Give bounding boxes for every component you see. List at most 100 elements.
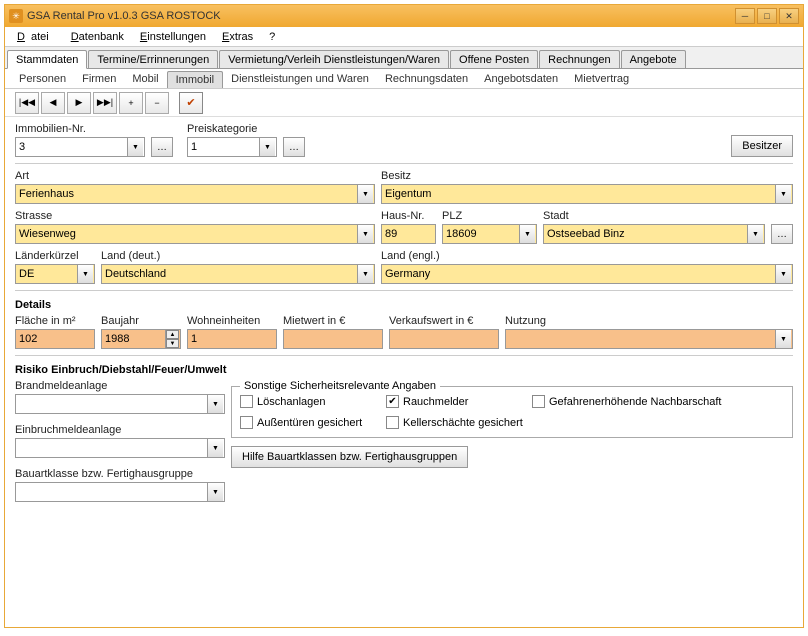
- besitz-combo[interactable]: Eigentum▼: [381, 184, 793, 204]
- chevron-down-icon: ▼: [519, 225, 535, 243]
- chevron-down-icon: ▼: [357, 225, 373, 243]
- aussentueren-checkbox[interactable]: Außentüren gesichert: [240, 416, 380, 429]
- prev-record-button[interactable]: ◀: [41, 92, 65, 114]
- hausnr-input[interactable]: 89: [381, 224, 436, 244]
- immobilien-nr-combo[interactable]: 3▼: [15, 137, 145, 157]
- chevron-down-icon: ▼: [747, 225, 763, 243]
- strasse-combo[interactable]: Wiesenweg▼: [15, 224, 375, 244]
- art-label: Art: [15, 170, 375, 182]
- verkaufswert-label: Verkaufswert in €: [389, 315, 499, 327]
- gefahren-checkbox[interactable]: Gefahrenerhöhende Nachbarschaft: [532, 395, 721, 408]
- chevron-down-icon: ▼: [207, 439, 223, 457]
- check-icon: ✔: [186, 96, 195, 109]
- tab-mietvertrag[interactable]: Mietvertrag: [566, 71, 637, 88]
- chevron-down-icon: ▼: [357, 265, 373, 283]
- form-content: Immobilien-Nr. 3▼ … Preiskategorie 1▼ … …: [5, 117, 803, 627]
- brandmeldeanlage-combo[interactable]: ▼: [15, 394, 225, 414]
- tab-firmen[interactable]: Firmen: [74, 71, 124, 88]
- menu-einstellungen[interactable]: Einstellungen: [134, 29, 212, 45]
- tab-rechnungsdaten[interactable]: Rechnungsdaten: [377, 71, 476, 88]
- einbruchmeldeanlage-combo[interactable]: ▼: [15, 438, 225, 458]
- land-engl-combo[interactable]: Germany▼: [381, 264, 793, 284]
- confirm-button[interactable]: ✔: [179, 92, 203, 114]
- menu-datenbank[interactable]: Datenbank: [65, 29, 130, 45]
- remove-record-button[interactable]: −: [145, 92, 169, 114]
- chevron-down-icon: ▼: [775, 185, 791, 203]
- window-controls: ─ □ ✕: [735, 8, 799, 24]
- chevron-down-icon: ▼: [775, 330, 791, 348]
- nutzung-label: Nutzung: [505, 315, 793, 327]
- tab-dienstleistungen[interactable]: Dienstleistungen und Waren: [223, 71, 377, 88]
- tab-vermietung[interactable]: Vermietung/Verleih Dienstleistungen/Ware…: [219, 50, 449, 68]
- chevron-down-icon: ▼: [357, 185, 373, 203]
- land-deut-combo[interactable]: Deutschland▼: [101, 264, 375, 284]
- chevron-down-icon: ▼: [259, 138, 275, 156]
- menu-extras[interactable]: Extras: [216, 29, 259, 45]
- sub-tabs: Personen Firmen Mobil Immobil Dienstleis…: [5, 69, 803, 89]
- nutzung-combo[interactable]: ▼: [505, 329, 793, 349]
- main-tabs: Stammdaten Termine/Errinnerungen Vermiet…: [5, 47, 803, 69]
- sicherheit-groupbox: Sonstige Sicherheitsrelevante Angaben Lö…: [231, 386, 793, 438]
- loeschanlagen-checkbox[interactable]: Löschanlagen: [240, 395, 380, 408]
- stadt-combo[interactable]: Ostseebad Binz▼: [543, 224, 765, 244]
- mietwert-input[interactable]: [283, 329, 383, 349]
- immobilien-browse-button[interactable]: …: [151, 137, 173, 157]
- tab-angebotsdaten[interactable]: Angebotsdaten: [476, 71, 566, 88]
- wohneinheiten-input[interactable]: 1: [187, 329, 277, 349]
- chevron-down-icon: ▼: [127, 138, 143, 156]
- besitzer-button[interactable]: Besitzer: [731, 135, 793, 157]
- art-combo[interactable]: Ferienhaus▼: [15, 184, 375, 204]
- wohneinheiten-label: Wohneinheiten: [187, 315, 277, 327]
- land-deut-label: Land (deut.): [101, 250, 375, 262]
- first-record-button[interactable]: |◀◀: [15, 92, 39, 114]
- rauchmelder-checkbox[interactable]: ✔Rauchmelder: [386, 395, 526, 408]
- tab-termine[interactable]: Termine/Errinnerungen: [88, 50, 218, 68]
- laenderkuerzel-label: Länderkürzel: [15, 250, 95, 262]
- preiskategorie-label: Preiskategorie: [187, 123, 277, 135]
- tab-offene-posten[interactable]: Offene Posten: [450, 50, 538, 68]
- tab-angebote[interactable]: Angebote: [621, 50, 686, 68]
- stadt-browse-button[interactable]: …: [771, 224, 793, 244]
- tab-stammdaten[interactable]: Stammdaten: [7, 50, 87, 69]
- flaeche-input[interactable]: 102: [15, 329, 95, 349]
- app-icon: ✳: [9, 9, 23, 23]
- brandmeldeanlage-label: Brandmeldeanlage: [15, 380, 225, 392]
- tab-immobil[interactable]: Immobil: [167, 71, 224, 88]
- kellerschaechte-checkbox[interactable]: Kellerschächte gesichert: [386, 416, 523, 429]
- tab-rechnungen[interactable]: Rechnungen: [539, 50, 619, 68]
- next-record-button[interactable]: ▶: [67, 92, 91, 114]
- details-header: Details: [15, 299, 793, 311]
- laenderkuerzel-combo[interactable]: DE▼: [15, 264, 95, 284]
- menu-datei[interactable]: Datei: [11, 29, 61, 45]
- besitz-label: Besitz: [381, 170, 793, 182]
- plz-label: PLZ: [442, 210, 537, 222]
- land-engl-label: Land (engl.): [381, 250, 793, 262]
- window-title: GSA Rental Pro v1.0.3 GSA ROSTOCK: [27, 10, 735, 22]
- sicherheit-legend: Sonstige Sicherheitsrelevante Angaben: [240, 380, 440, 392]
- close-button[interactable]: ✕: [779, 8, 799, 24]
- immobilien-nr-label: Immobilien-Nr.: [15, 123, 145, 135]
- spinner-icon: ▲▼: [165, 330, 179, 348]
- menu-help[interactable]: ?: [263, 29, 281, 45]
- bauartklasse-label: Bauartklasse bzw. Fertighausgruppe: [15, 468, 225, 480]
- flaeche-label: Fläche in m²: [15, 315, 95, 327]
- tab-personen[interactable]: Personen: [11, 71, 74, 88]
- baujahr-spinner[interactable]: 1988▲▼: [101, 329, 181, 349]
- einbruchmeldeanlage-label: Einbruchmeldeanlage: [15, 424, 225, 436]
- bauartklasse-combo[interactable]: ▼: [15, 482, 225, 502]
- risiko-header: Risiko Einbruch/Diebstahl/Feuer/Umwelt: [15, 364, 793, 376]
- minimize-button[interactable]: ─: [735, 8, 755, 24]
- plz-combo[interactable]: 18609▼: [442, 224, 537, 244]
- app-window: ✳ GSA Rental Pro v1.0.3 GSA ROSTOCK ─ □ …: [4, 4, 804, 628]
- chevron-down-icon: ▼: [207, 483, 223, 501]
- record-toolbar: |◀◀ ◀ ▶ ▶▶| + − ✔: [5, 89, 803, 117]
- maximize-button[interactable]: □: [757, 8, 777, 24]
- hilfe-bauartklassen-button[interactable]: Hilfe Bauartklassen bzw. Fertighausgrupp…: [231, 446, 468, 468]
- preiskategorie-browse-button[interactable]: …: [283, 137, 305, 157]
- add-record-button[interactable]: +: [119, 92, 143, 114]
- preiskategorie-combo[interactable]: 1▼: [187, 137, 277, 157]
- last-record-button[interactable]: ▶▶|: [93, 92, 117, 114]
- titlebar: ✳ GSA Rental Pro v1.0.3 GSA ROSTOCK ─ □ …: [5, 5, 803, 27]
- verkaufswert-input[interactable]: [389, 329, 499, 349]
- tab-mobil[interactable]: Mobil: [124, 71, 166, 88]
